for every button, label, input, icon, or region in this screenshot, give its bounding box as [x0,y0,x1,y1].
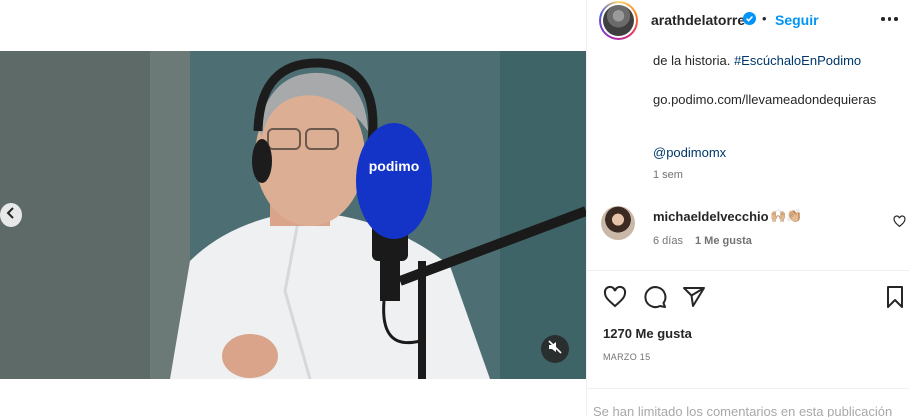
verified-badge-icon [743,12,756,25]
caption-text: de la historia. #EscúchaloEnPodimo [653,53,861,68]
caption-link[interactable]: go.podimo.com/llevameadondequieras [653,91,893,109]
caption-time[interactable]: 1 sem [653,169,683,181]
section-divider [587,270,909,271]
save-button[interactable] [883,285,907,309]
share-icon [682,287,706,313]
chevron-left-icon [6,206,16,224]
video-frame: podimo [0,51,586,379]
comment-icon [643,286,667,313]
comment-likes[interactable]: 1 Me gusta [695,235,752,247]
caption-line: de la historia. [653,53,731,68]
right-pane: arathdelatorre • Seguir de la historia. … [586,0,909,417]
author-username[interactable]: arathdelatorre [651,12,745,28]
caption-hashtag[interactable]: #EscúchaloEnPodimo [734,53,861,68]
section-divider [587,388,909,389]
share-button[interactable] [682,285,706,309]
comments-limited-notice: Se han limitado los comentarios en esta … [593,404,893,417]
author-avatar[interactable] [599,1,638,40]
heart-icon[interactable] [893,215,906,228]
header-separator: • [762,11,767,26]
commenter-avatar[interactable] [601,206,635,240]
comment-button[interactable] [643,285,667,309]
post-date: MARZO 15 [603,352,651,362]
post-video[interactable]: podimo [0,51,586,379]
mic-brand-label: podimo [369,158,420,174]
left-pane: podimo [0,0,586,417]
follow-button[interactable]: Seguir [775,12,819,28]
like-button[interactable] [603,285,627,309]
muted-speaker-icon [548,339,562,359]
likes-count[interactable]: 1270 Me gusta [603,326,692,341]
previous-button[interactable] [0,203,22,227]
post-header: arathdelatorre • Seguir [587,0,909,40]
comment-time[interactable]: 6 días [653,235,683,247]
below-media-area [0,379,586,417]
comment-username[interactable]: michaeldelvecchio [653,209,769,224]
bookmark-icon [883,286,907,313]
more-options-icon[interactable] [881,10,903,28]
caption-mention[interactable]: @podimomx [653,145,726,160]
heart-icon [603,285,627,313]
comment-text: 🙌🏼👏🏼 [770,208,803,223]
mute-button[interactable] [541,335,569,363]
